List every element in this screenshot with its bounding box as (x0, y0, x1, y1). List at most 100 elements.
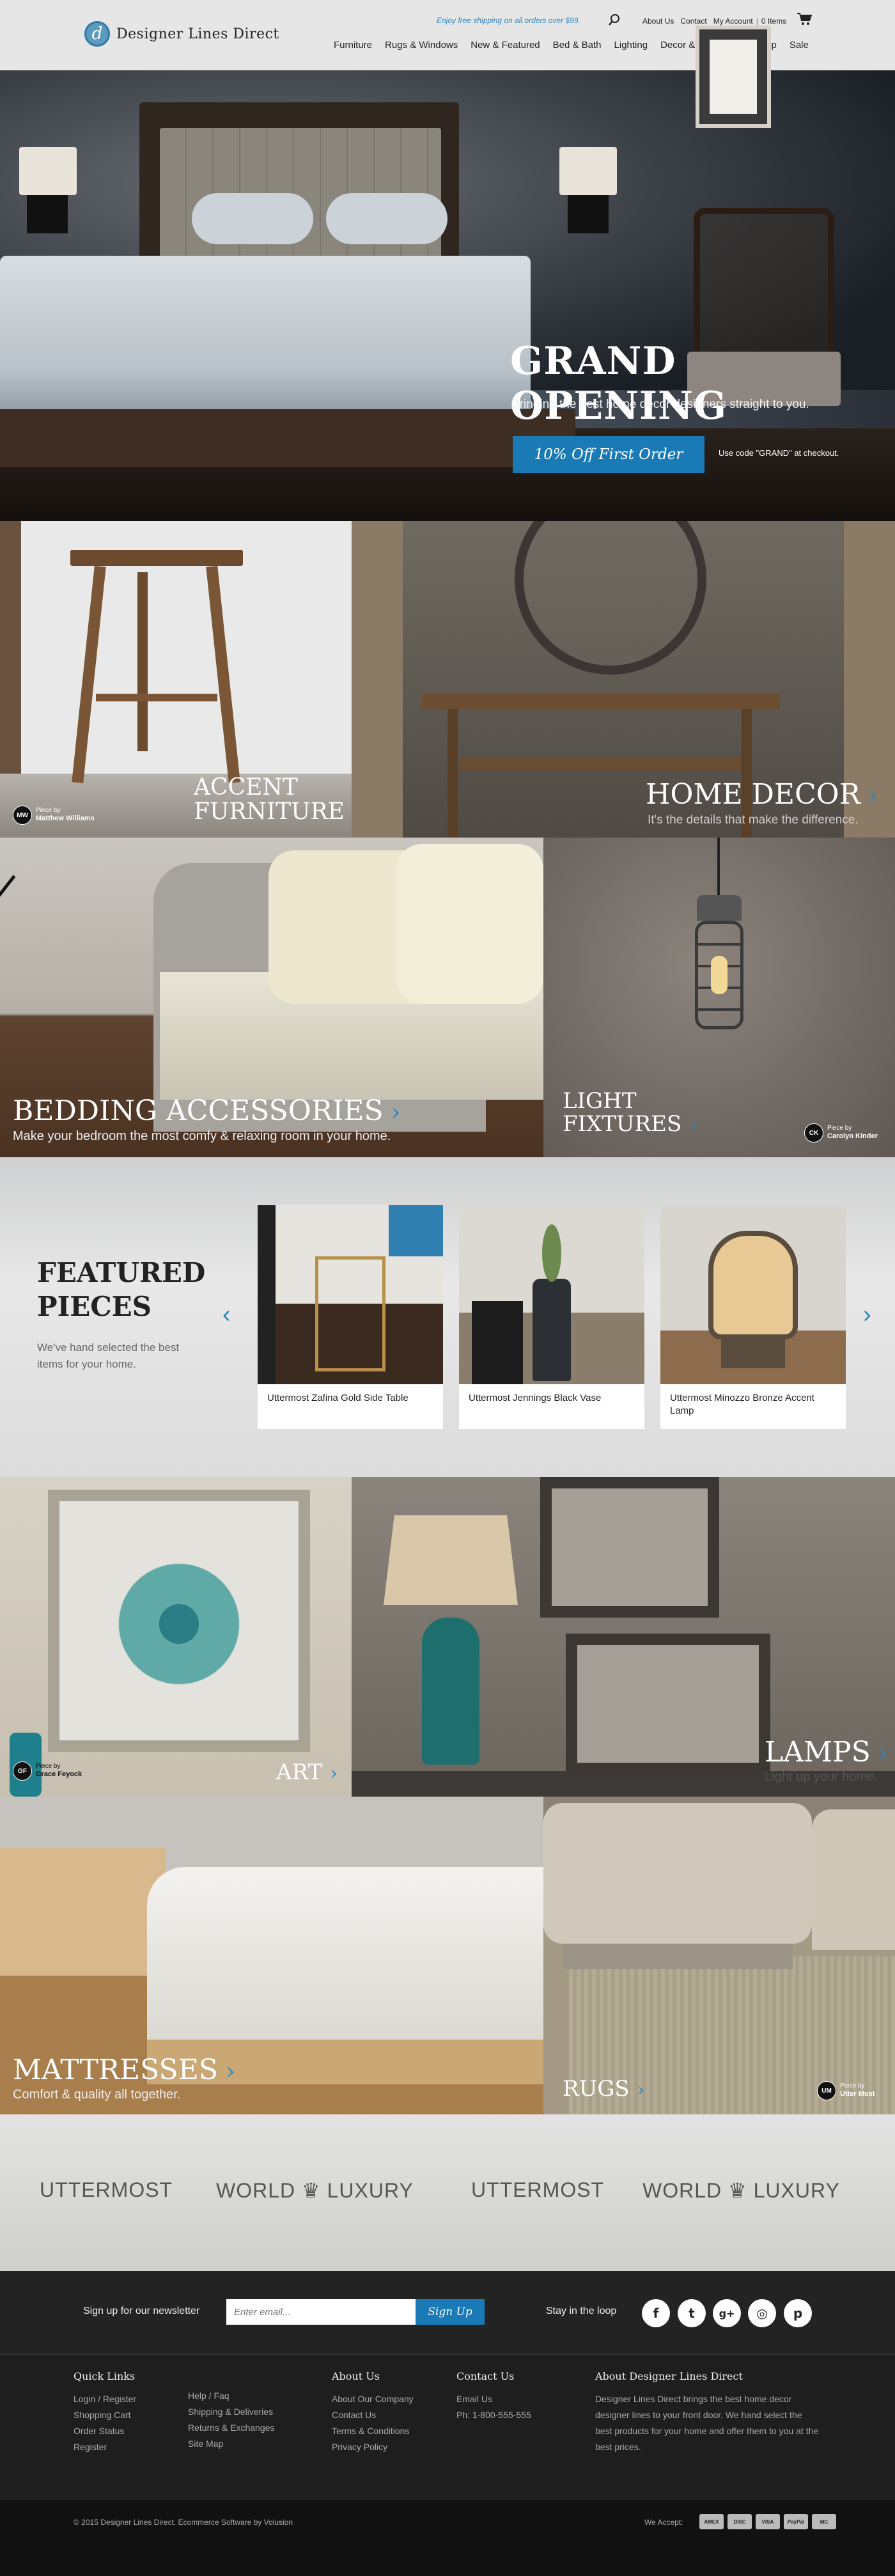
nav-bed-bath[interactable]: Bed & Bath (547, 40, 608, 51)
product-name: Uttermost Jennings Black Vase (469, 1393, 602, 1403)
tile-bedding-title: BEDDING ACCESSORIES › (13, 1095, 401, 1127)
utility-nav: About Us Contact My Account | 0 Items (639, 17, 790, 26)
contact-link[interactable]: Contact (677, 17, 710, 26)
chevron-right-icon: › (868, 781, 878, 809)
chevron-right-icon[interactable]: › (863, 1301, 871, 1329)
product-image (459, 1205, 644, 1384)
logo-text: Designer Lines Direct (116, 26, 279, 42)
site-footer: Quick Links Login / Register Shopping Ca… (0, 2354, 895, 2500)
pinterest-icon[interactable]: p (784, 2299, 812, 2327)
product-card[interactable]: Uttermost Zafina Gold Side Table (258, 1205, 443, 1429)
facebook-icon[interactable]: f (642, 2299, 670, 2327)
footer-quick-links: Quick Links Login / Register Shopping Ca… (74, 2370, 136, 2455)
piece-credit: GF Piece by Grace Feyock (13, 1761, 82, 1781)
footer-link[interactable]: Shipping & Deliveries (188, 2404, 274, 2420)
console-table-leg (447, 709, 458, 837)
search-icon[interactable] (607, 13, 621, 27)
piece-credit: CK Piece by Carolyn Kinder (804, 1123, 878, 1143)
footer-link[interactable]: Terms & Conditions (332, 2423, 414, 2439)
product-card[interactable]: Uttermost Minozzo Bronze Accent Lamp (660, 1205, 846, 1429)
newsletter-signup-button[interactable]: Sign Up (416, 2299, 485, 2325)
footer-link[interactable]: Help / Faq (188, 2388, 274, 2404)
paypal-icon: PayPal (784, 2514, 808, 2529)
brand-world-luxury[interactable]: WORLD ♛ LUXURY (642, 2178, 840, 2203)
product-image (258, 1205, 443, 1384)
tile-art[interactable]: ART › GF Piece by Grace Feyock (0, 1477, 352, 1797)
chevron-left-icon[interactable]: ‹ (222, 1301, 231, 1329)
bed-pillow (396, 844, 543, 1004)
wall-frame (566, 1634, 770, 1774)
footer-link[interactable]: Register (74, 2439, 136, 2455)
hero-subtitle: Bringing the best home decor designers s… (511, 398, 809, 411)
tile-home-decor[interactable]: HOME DECOR › It's the details that make t… (352, 521, 895, 838)
footer-link[interactable]: Privacy Policy (332, 2439, 414, 2455)
twitter-icon[interactable]: t (678, 2299, 706, 2327)
tile-mattresses-title: MATTRESSES › (13, 2054, 235, 2086)
brand-uttermost[interactable]: UTTERMOST (40, 2178, 173, 2202)
footer-link[interactable]: Contact Us (332, 2407, 414, 2423)
piece-credit: UM Piece by Utter Most (817, 2081, 875, 2100)
newsletter-email-input[interactable] (226, 2299, 416, 2325)
footer-link[interactable]: Login / Register (74, 2391, 136, 2407)
tile-home-decor-title: HOME DECOR › (646, 778, 878, 811)
tile-bedding-accessories[interactable]: BEDDING ACCESSORIES › Make your bedroom t… (0, 838, 543, 1157)
brand-world-luxury[interactable]: WORLD ♛ LUXURY (216, 2178, 414, 2203)
my-account-link[interactable]: My Account (710, 17, 756, 26)
wall-clock (515, 521, 706, 675)
nav-sale[interactable]: Sale (783, 40, 815, 51)
phone-number: Ph: 1-800-555-555 (456, 2410, 531, 2420)
designer-avatar: CK (804, 1123, 823, 1143)
instagram-icon[interactable]: ◎ (748, 2299, 776, 2327)
footer-about-dld: About Designer Lines Direct Designer Lin… (595, 2370, 819, 2455)
nav-lighting[interactable]: Lighting (608, 40, 655, 51)
hero-bed-frame (0, 409, 575, 467)
designer-name: Matthew Williams (36, 815, 95, 823)
hero-banner: GRAND OPENING Bringing the best home dec… (0, 70, 895, 521)
nav-furniture[interactable]: Furniture (327, 40, 378, 51)
google-plus-icon[interactable]: g+ (713, 2299, 741, 2327)
newsletter-label: Sign up for our newsletter (83, 2306, 200, 2316)
pendant-bulb (711, 956, 728, 994)
tile-light-fixtures[interactable]: LIGHT FIXTURES › CK Piece by Carolyn Kinde… (543, 838, 895, 1157)
nav-rugs-windows[interactable]: Rugs & Windows (378, 40, 464, 51)
footer-link[interactable]: About Our Company (332, 2391, 414, 2407)
product-card[interactable]: Uttermost Jennings Black Vase (459, 1205, 644, 1429)
pendant-cap (697, 895, 742, 921)
footer-link[interactable]: Order Status (74, 2423, 136, 2439)
wall-frame (540, 1477, 719, 1618)
brand-uttermost[interactable]: UTTERMOST (471, 2178, 604, 2202)
designer-avatar: GF (13, 1761, 32, 1781)
tile-mattresses[interactable]: MATTRESSES › Comfort & quality all togeth… (0, 1797, 543, 2114)
nav-new-featured[interactable]: New & Featured (464, 40, 546, 51)
copyright: © 2015 Designer Lines Direct. Ecommerce … (74, 2518, 293, 2527)
footer-quick-links-2: Help / Faq Shipping & Deliveries Returns… (188, 2388, 274, 2452)
brand-strip: UTTERMOST WORLD ♛ LUXURY UTTERMOST WORLD… (0, 2114, 895, 2271)
featured-pieces: FEATURED PIECES We've hand selected the b… (0, 1157, 895, 1477)
stool-leg (206, 565, 240, 784)
hero-lamp-left-base (27, 195, 68, 233)
footer-link[interactable]: Shopping Cart (74, 2407, 136, 2423)
email-us-link[interactable]: Email Us (456, 2391, 531, 2407)
footer-link[interactable]: Site Map (188, 2436, 274, 2452)
visa-icon: VISA (756, 2514, 780, 2529)
chevron-right-icon: › (689, 1113, 697, 1136)
tile-lamps[interactable]: LAMPS › Light up your home. (352, 1477, 895, 1797)
tile-accent-furniture[interactable]: ACCENT FURNITURE› MW Piece byMatthew Wil… (0, 521, 352, 838)
lamp-shade (384, 1515, 518, 1605)
footer-link[interactable]: Returns & Exchanges (188, 2420, 274, 2436)
tile-rugs[interactable]: RUGS › UM Piece by Utter Most (543, 1797, 895, 2114)
logo[interactable]: d Designer Lines Direct (84, 21, 279, 47)
cart-count-link[interactable]: 0 Items (758, 17, 790, 26)
designer-name: Utter Most (840, 2090, 875, 2098)
console-table-shelf (460, 758, 742, 770)
discover-icon: DISC (728, 2514, 752, 2529)
product-name: Uttermost Minozzo Bronze Accent Lamp (670, 1393, 814, 1417)
console-table-top (422, 694, 780, 709)
product-name: Uttermost Zafina Gold Side Table (267, 1393, 409, 1403)
cart-icon[interactable] (797, 12, 813, 26)
first-order-button[interactable]: 10% Off First Order (513, 436, 704, 473)
stool-leg (137, 572, 148, 751)
featured-subtitle: We've hand selected the best items for y… (37, 1341, 180, 1370)
about-text: Designer Lines Direct brings the best ho… (595, 2394, 819, 2452)
about-us-link[interactable]: About Us (639, 17, 677, 26)
